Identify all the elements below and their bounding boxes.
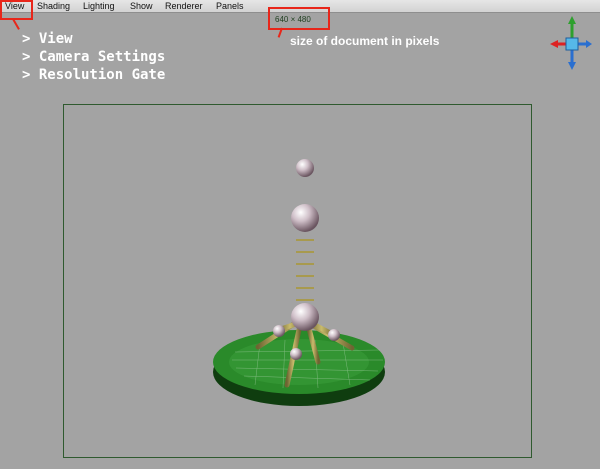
middle-sphere: [291, 204, 319, 232]
axis-gizmo-icon[interactable]: [548, 14, 592, 70]
small-sphere-front: [290, 348, 302, 360]
scene-viewport[interactable]: [0, 0, 600, 469]
small-sphere-right: [328, 329, 340, 341]
lower-sphere: [291, 303, 319, 331]
small-sphere-left: [273, 325, 285, 337]
top-sphere: [296, 159, 314, 177]
tower-rungs: [296, 239, 314, 301]
